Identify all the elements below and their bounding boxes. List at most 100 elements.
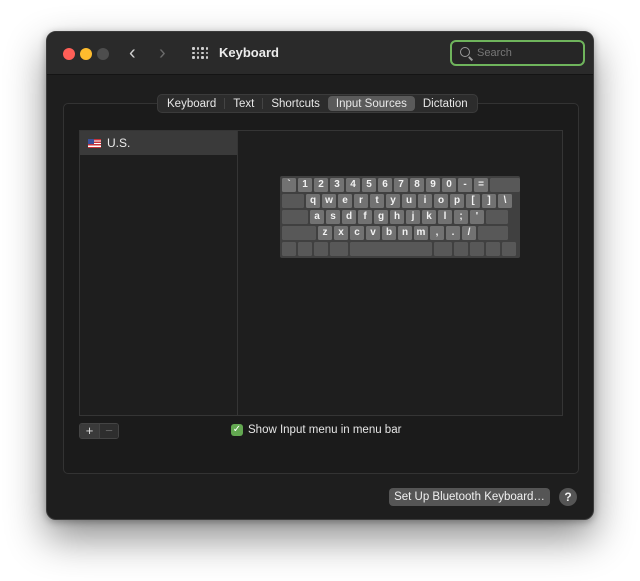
- tab-bar: Keyboard Text Shortcuts Input Sources Di…: [157, 94, 478, 113]
- keyboard-key: f: [358, 210, 372, 224]
- keyboard-key: s: [326, 210, 340, 224]
- keyboard-key: q: [306, 194, 320, 208]
- keyboard-key: l: [438, 210, 452, 224]
- minimize-button[interactable]: [80, 48, 92, 60]
- keyboard-key: ,: [430, 226, 444, 240]
- zoom-button[interactable]: [97, 48, 109, 60]
- keyboard-key: e: [338, 194, 352, 208]
- modifier-key: [330, 242, 348, 256]
- keyboard-key: [: [466, 194, 480, 208]
- input-sources-list[interactable]: U.S.: [79, 130, 238, 416]
- keyboard-row: z x c v b n m,. /: [282, 226, 518, 240]
- keyboard-key: ;: [454, 210, 468, 224]
- keyboard-row: [282, 242, 518, 256]
- keyboard-key: t: [370, 194, 384, 208]
- keyboard-key: /: [462, 226, 476, 240]
- keyboard-key: -: [458, 178, 472, 192]
- keyboard-key: 5: [362, 178, 376, 192]
- keyboard-key: 9: [426, 178, 440, 192]
- keyboard-key: d: [342, 210, 356, 224]
- keyboard-key: o: [434, 194, 448, 208]
- keyboard-key: u: [402, 194, 416, 208]
- keyboard-key: `: [282, 178, 296, 192]
- keyboard-key: z: [318, 226, 332, 240]
- search-icon: [460, 47, 470, 57]
- keyboard-key: =: [474, 178, 488, 192]
- show-input-menu-label: Show Input menu in menu bar: [248, 424, 402, 436]
- remove-input-source-button[interactable]: −: [98, 424, 118, 438]
- keyboard-preferences-window: ‹ › Keyboard Keyboard Text Shortcuts Inp…: [46, 31, 594, 520]
- modifier-key: [298, 242, 312, 256]
- modifier-key: [282, 194, 304, 208]
- modifier-key: [434, 242, 452, 256]
- keyboard-key: n: [398, 226, 412, 240]
- modifier-key: [454, 242, 468, 256]
- keyboard-key: a: [310, 210, 324, 224]
- modifier-key: [486, 242, 500, 256]
- keyboard-key: ': [470, 210, 484, 224]
- modifier-key: [282, 242, 296, 256]
- modifier-key: [350, 242, 432, 256]
- keyboard-key: v: [366, 226, 380, 240]
- keyboard-key: x: [334, 226, 348, 240]
- add-input-source-button[interactable]: +: [80, 424, 99, 438]
- modifier-key: [502, 242, 516, 256]
- keyboard-key: ]: [482, 194, 496, 208]
- modifier-key: [470, 242, 484, 256]
- help-button[interactable]: ?: [559, 488, 577, 506]
- keyboard-preview-area: [237, 130, 563, 416]
- keyboard-key: 4: [346, 178, 360, 192]
- keyboard-key: c: [350, 226, 364, 240]
- keyboard-key: 8: [410, 178, 424, 192]
- tab-keyboard[interactable]: Keyboard: [159, 96, 224, 111]
- modifier-key: [490, 178, 520, 192]
- modifier-key: [282, 210, 308, 224]
- search-field[interactable]: [450, 40, 585, 66]
- keyboard-key: 6: [378, 178, 392, 192]
- modifier-key: [486, 210, 508, 224]
- show-input-menu-row[interactable]: ✓ Show Input menu in menu bar: [231, 424, 401, 436]
- search-input[interactable]: [477, 47, 577, 59]
- keyboard-key: b: [382, 226, 396, 240]
- forward-arrow-icon[interactable]: ›: [159, 43, 166, 63]
- keyboard-key: y: [386, 194, 400, 208]
- modifier-key: [314, 242, 328, 256]
- keyboard-key: g: [374, 210, 388, 224]
- tab-shortcuts[interactable]: Shortcuts: [263, 96, 328, 111]
- keyboard-key: w: [322, 194, 336, 208]
- keyboard-key: 0: [442, 178, 456, 192]
- window-title: Keyboard: [219, 45, 279, 60]
- keyboard-key: .: [446, 226, 460, 240]
- tab-input-sources[interactable]: Input Sources: [327, 96, 415, 111]
- keyboard-key: k: [422, 210, 436, 224]
- us-flag-icon: [88, 139, 101, 148]
- keyboard-key: 1: [298, 178, 312, 192]
- keyboard-key: j: [406, 210, 420, 224]
- keyboard-key: i: [418, 194, 432, 208]
- close-button[interactable]: [63, 48, 75, 60]
- keyboard-key: m: [414, 226, 428, 240]
- keyboard-row: ` 1 2 3 4 5 6 7 8 9 0- =: [282, 178, 520, 192]
- keyboard-row: a s d f g h j k l; ': [282, 210, 518, 224]
- titlebar: ‹ › Keyboard: [47, 32, 593, 75]
- keyboard-key: 7: [394, 178, 408, 192]
- keyboard-key: 2: [314, 178, 328, 192]
- back-arrow-icon[interactable]: ‹: [129, 43, 136, 63]
- keyboard-key: p: [450, 194, 464, 208]
- keyboard-key: h: [390, 210, 404, 224]
- add-remove-control: + −: [79, 423, 119, 439]
- show-input-menu-checkbox[interactable]: ✓: [231, 424, 243, 436]
- keyboard-key: r: [354, 194, 368, 208]
- tab-text[interactable]: Text: [225, 96, 262, 111]
- setup-bluetooth-keyboard-button[interactable]: Set Up Bluetooth Keyboard…: [389, 488, 550, 506]
- keyboard-key: 3: [330, 178, 344, 192]
- keyboard-layout-preview: ` 1 2 3 4 5 6 7 8 9 0- = q w e r t y u i o p[] \ a s d f g h j k l; ' z x c…: [280, 176, 520, 258]
- modifier-key: [282, 226, 316, 240]
- modifier-key: [478, 226, 508, 240]
- keyboard-row: q w e r t y u i o p[] \: [282, 194, 518, 208]
- list-item-us[interactable]: U.S.: [80, 131, 238, 155]
- tab-dictation[interactable]: Dictation: [415, 96, 476, 111]
- list-item-label: U.S.: [107, 136, 131, 150]
- show-all-grid-icon[interactable]: [192, 47, 208, 60]
- keyboard-key: \: [498, 194, 512, 208]
